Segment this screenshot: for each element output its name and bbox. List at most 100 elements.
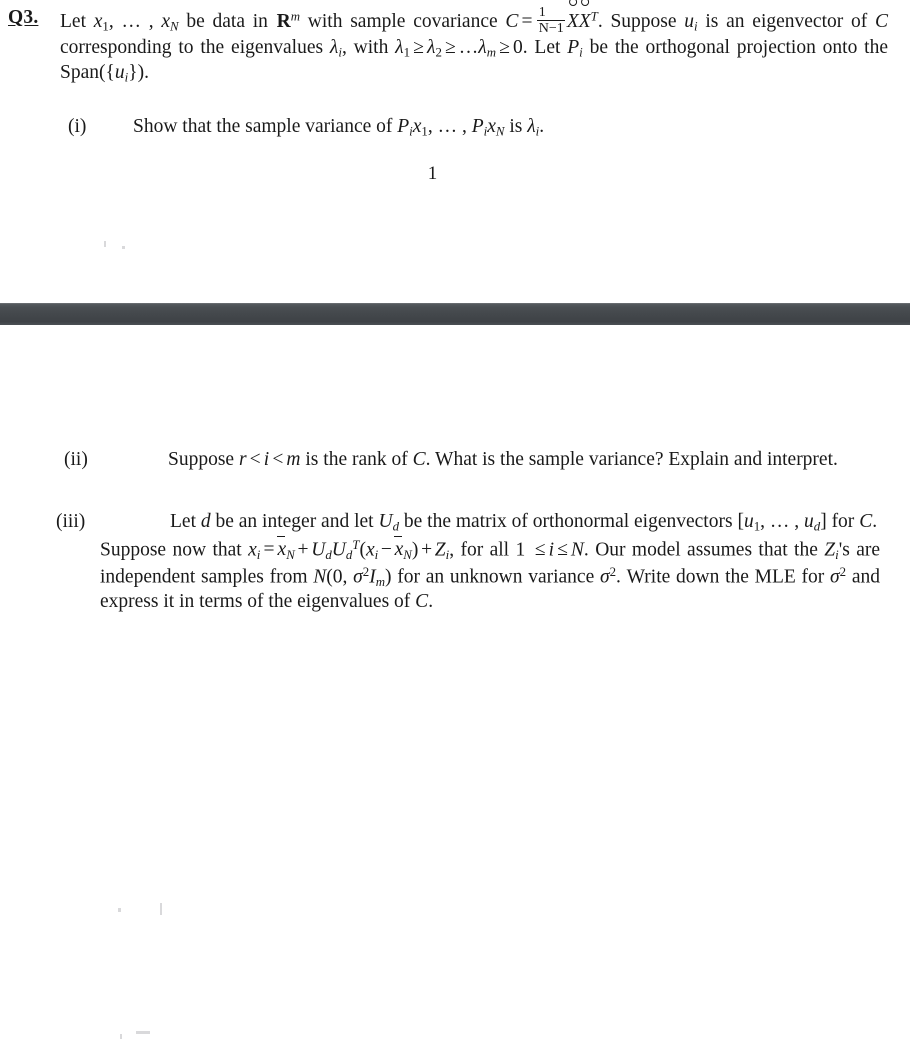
math-Pi-1: P (397, 116, 410, 137)
math-xi-2: x (365, 539, 375, 561)
math-sigma: σ (353, 565, 363, 587)
item-iii-text-part-3: be the matrix of orthonormal eigenvector… (399, 511, 738, 532)
math-X-ring-2: X (579, 10, 591, 35)
math-u1: u (743, 511, 754, 532)
math-C: C (505, 10, 519, 32)
math-lt-1: < (249, 449, 261, 470)
scan-artifact-speck (160, 903, 162, 915)
math-fraction-one-over-n-minus-one: 1 N−1 (537, 4, 566, 36)
question-text-part-8: 0. Let (512, 37, 568, 59)
item-iii-text-part-4: for (826, 511, 860, 532)
fraction-denominator: N−1 (537, 20, 566, 36)
math-lambda-m: λ (478, 37, 487, 59)
page-break-divider (0, 303, 910, 325)
list-item-iii: (iii) Let d be an integer and let Ud be … (0, 510, 880, 1039)
question-text-part-10: ). (137, 62, 149, 84)
scan-artifact-speck (122, 246, 125, 249)
scan-artifact-speck (136, 1031, 150, 1034)
list-item-i-marker: (i) (68, 116, 87, 137)
list-item-i: (i) Show that the sample variance of Pix… (0, 115, 880, 249)
math-xN-subscript: N (170, 19, 179, 34)
math-xbar-N-subscript: N (286, 548, 295, 563)
question-label: Q3. (8, 7, 39, 28)
item-iii-text-part-2: be an integer and let (210, 511, 379, 532)
math-d: d (200, 511, 211, 532)
math-ge-1: ≥ (413, 37, 424, 59)
list-item-ii-marker: (ii) (64, 449, 88, 470)
item-iii-p2-part-1: Suppose now that (100, 539, 249, 561)
math-lambda-2-subscript: 2 (435, 46, 442, 61)
scan-artifact-speck (104, 241, 106, 247)
item-iii-text-part-5: . (872, 511, 878, 532)
item-iii-text-part-1: Let (170, 511, 201, 532)
math-ge-3: ≥ (499, 37, 510, 59)
math-u-ellipsis: , … , (760, 511, 804, 532)
math-real-numbers-symbol: R (276, 10, 291, 32)
math-minus: − (380, 539, 392, 561)
math-plus-2: + (421, 539, 433, 561)
math-identity-matrix-subscript: m (375, 574, 386, 589)
math-r: r (238, 449, 247, 470)
item-ii-text-part-3: . What is the sample variance? Explain a… (425, 449, 838, 470)
question-block: Q3. Let x1, … , xN be data in Rm with sa… (8, 4, 889, 87)
item-iii-p2-part-6: . Write down the MLE for (616, 565, 831, 587)
item-iii-p2-part-2: , for all 1 (449, 539, 532, 561)
math-xi: x (248, 539, 257, 561)
question-text-part-1: Let (60, 10, 94, 32)
question-text-part-3: with sample covariance (300, 10, 506, 32)
math-xbar-N-2-subscript: N (403, 548, 412, 563)
page-number: 1 (427, 163, 438, 184)
list-item-iii-marker: (iii) (56, 511, 86, 532)
math-sigma-2: σ (599, 565, 610, 587)
math-u-span: u (114, 62, 125, 84)
math-lambda-1: λ (395, 37, 404, 59)
math-lambda: λ (527, 116, 536, 137)
item-iii-p2-part-8: . (428, 591, 434, 613)
math-C-final: C (415, 591, 429, 613)
question-body: Let x1, … , xN be data in Rm with sample… (60, 4, 889, 87)
math-Zi-2: Z (824, 539, 836, 561)
math-X-ring-1: X (567, 10, 579, 35)
math-C-rank: C (412, 449, 426, 470)
math-brace-close: } (128, 62, 138, 84)
item-iii-p2-part-5: for an unknown variance (391, 565, 600, 587)
math-C-2: C (875, 10, 889, 32)
list-item-ii-text: Suppose r < i < m is the rank of C. What is … (100, 448, 880, 473)
document-page: Q3. Let x1, … , xN be data in Rm with sa… (0, 0, 910, 1039)
math-N-count: N (570, 539, 584, 561)
list-item-i-text: Show that the sample variance of Pix1, …… (133, 115, 880, 140)
math-plus-1: + (297, 539, 309, 561)
math-le-1: ≤ (534, 539, 546, 561)
math-ellipsis: , … , (427, 116, 472, 137)
math-xN: x (161, 10, 171, 32)
math-Ud-matrix: U (311, 539, 326, 561)
item-iii-paragraph-2: Suppose now that xi = xN + UdUdT(xi − xN) + Zi, … (100, 535, 880, 615)
math-sigma-3: σ (830, 565, 840, 587)
question-text-part-5: is an eigenvector of (697, 10, 875, 32)
math-lt-2: < (272, 449, 284, 470)
question-text-part-6: corresponding to the eigenvalues (60, 37, 330, 59)
math-xbar-N-2: x (394, 535, 403, 563)
item-iii-p2-part-3: . Our model assumes that the (583, 539, 825, 561)
math-X-transpose: T (590, 9, 598, 24)
math-u: u (684, 10, 695, 32)
math-xbar-N: x (277, 535, 286, 563)
item-ii-text-part-1: Suppose (168, 449, 239, 470)
list-item-iii-text: Let d be an integer and let Ud be the ma… (100, 510, 880, 615)
scan-artifact-speck (120, 1034, 122, 1039)
math-ud: u (804, 511, 814, 532)
fraction-numerator: 1 (538, 4, 546, 21)
question-text-part-2: be data in (178, 10, 276, 32)
math-normal-args-open: (0, (326, 565, 354, 587)
math-Zi: Z (434, 539, 446, 561)
math-equals: = (263, 539, 275, 561)
math-m: m (286, 449, 301, 470)
math-C-basis: C (859, 511, 873, 532)
math-P: P (567, 37, 580, 59)
item-i-text-part-1: Show that the sample variance of (133, 116, 398, 137)
math-Ud: U (378, 511, 393, 532)
math-ellipsis-2: … (458, 37, 479, 59)
item-i-text-part-3: . (539, 116, 545, 137)
math-brace-open: { (105, 62, 115, 84)
item-ii-text-part-2: is the rank of (300, 449, 413, 470)
